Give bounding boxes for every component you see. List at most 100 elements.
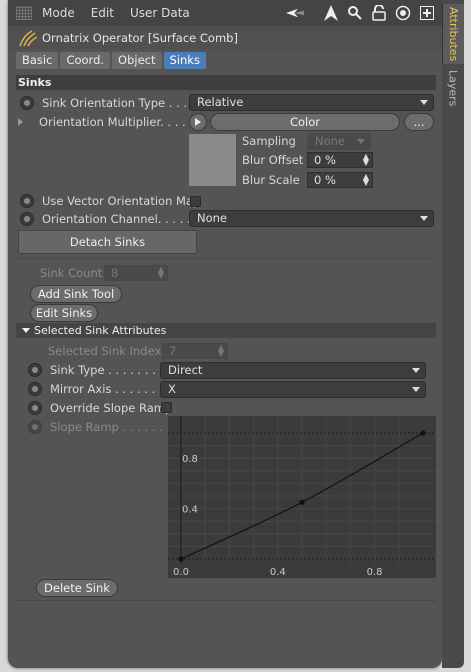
selected-sink-index-value: 7 (169, 344, 177, 358)
mirror-axis-label: Mirror Axis . . . . . . . . . (50, 382, 178, 396)
selected-sink-index-field: 7 ▲ ▼ (162, 343, 228, 359)
menu-user-data[interactable]: User Data (130, 6, 190, 20)
divider (14, 600, 436, 601)
override-slope-row: Override Slope Ramp (24, 399, 172, 417)
slope-ramp-row: Slope Ramp . . . . . . (24, 418, 180, 436)
orientation-channel-value: None (197, 211, 228, 225)
mirror-axis-value: X (168, 382, 176, 396)
sink-type-row: Sink Type . . . . . . . . . . (24, 361, 178, 379)
sink-count-field: 8 ▲ ▼ (104, 265, 168, 281)
lock-icon[interactable] (370, 4, 388, 22)
animate-radio[interactable] (28, 401, 42, 415)
search-icon[interactable] (346, 4, 364, 22)
attribute-manager: Mode Edit User Data Ornatrix Operator [S… (8, 0, 442, 668)
expand-arrow-icon[interactable] (18, 118, 23, 126)
animate-radio[interactable] (20, 194, 34, 208)
orientation-channel-row: Orientation Channel. . . . . . . (16, 210, 205, 228)
blur-scale-field[interactable]: 0 % ▲ ▼ (307, 172, 373, 188)
orientation-type-value: Relative (197, 95, 244, 109)
animate-radio[interactable] (28, 363, 42, 377)
sink-count-label: Sink Count (40, 266, 103, 280)
object-title: Ornatrix Operator [Surface Comb] (42, 31, 238, 45)
mirror-axis-row: Mirror Axis . . . . . . . . . (24, 380, 177, 398)
add-sink-tool-button[interactable]: Add Sink Tool (30, 285, 122, 303)
orientation-channel-dropdown[interactable]: None (189, 210, 434, 227)
slope-ramp-label: Slope Ramp . . . . . . (50, 420, 163, 434)
sampling-value: None (315, 134, 346, 148)
menu-mode[interactable]: Mode (42, 6, 75, 20)
animate-radio[interactable] (20, 212, 34, 226)
tab-bar: Basic Coord. Object Sinks (16, 52, 206, 69)
spline-knot (178, 556, 184, 562)
use-vector-map-checkbox[interactable] (190, 196, 201, 207)
sinks-section-header: Sinks (16, 75, 436, 90)
sink-type-dropdown[interactable]: Direct (160, 362, 426, 379)
grip-icon[interactable] (16, 6, 32, 20)
toolbar (286, 4, 436, 22)
animate-radio[interactable] (20, 96, 34, 110)
x-tick-label: 0.4 (270, 567, 286, 578)
color-button[interactable]: Color (210, 113, 400, 131)
side-tab-bar: Attributes Layers (442, 0, 464, 668)
selected-sink-section-title: Selected Sink Attributes (34, 324, 167, 337)
sink-type-value: Direct (168, 363, 203, 377)
orientation-channel-label: Orientation Channel. . . . . . . (42, 212, 206, 226)
play-icon[interactable] (189, 113, 207, 131)
sink-count-value: 8 (111, 266, 119, 280)
chevron-down-icon (412, 368, 420, 373)
spinner-icon[interactable]: ▲ ▼ (363, 173, 369, 187)
blur-scale-label: Blur Scale (242, 173, 300, 187)
orientation-multiplier-label: Orientation Multiplier. . . . . (39, 115, 194, 129)
menu-edit[interactable]: Edit (91, 6, 114, 20)
spinner-icon: ▲ ▼ (157, 265, 164, 280)
mirror-axis-dropdown[interactable]: X (160, 381, 426, 398)
selected-sink-index-label: Selected Sink Index (48, 344, 162, 358)
up-arrow-icon[interactable] (322, 4, 340, 22)
override-slope-label: Override Slope Ramp (50, 401, 173, 415)
y-tick-label: 0.8 (182, 454, 198, 465)
tab-layers[interactable]: Layers (442, 68, 464, 108)
collapse-arrow-icon[interactable] (22, 328, 30, 333)
object-header: Ornatrix Operator [Surface Comb] (8, 26, 442, 50)
x-tick-label: 0.8 (367, 567, 383, 578)
chevron-down-icon (420, 216, 428, 221)
tab-coord[interactable]: Coord. (60, 52, 111, 69)
orientation-type-dropdown[interactable]: Relative (189, 94, 434, 111)
selected-sink-section-header[interactable]: Selected Sink Attributes (16, 323, 436, 338)
blur-scale-value: 0 % (314, 173, 336, 187)
target-icon[interactable] (394, 4, 412, 22)
spinner-icon[interactable]: ▲ ▼ (363, 153, 369, 167)
y-tick-label: 0.4 (182, 505, 198, 516)
sampling-label: Sampling (242, 134, 296, 148)
x-tick-label: 0.0 (173, 567, 189, 578)
texture-preview[interactable] (189, 134, 236, 186)
detach-sinks-button[interactable]: Detach Sinks (18, 230, 197, 254)
blur-offset-field[interactable]: 0 % ▲ ▼ (307, 152, 373, 168)
ornatrix-logo-icon (18, 29, 38, 47)
animate-radio (28, 420, 42, 434)
new-window-icon[interactable] (418, 4, 436, 22)
chevron-down-icon (357, 139, 365, 144)
orientation-type-row: Sink Orientation Type . . . . . (16, 94, 202, 112)
orientation-multiplier-row: Orientation Multiplier. . . . . (18, 113, 193, 131)
tab-attributes[interactable]: Attributes (442, 4, 464, 64)
spline-knot (299, 499, 305, 505)
back-arrow-icon[interactable] (286, 4, 304, 22)
slope-ramp-graph[interactable]: 0.0 0.4 0.8 0.4 0.8 (168, 416, 436, 578)
sampling-dropdown[interactable]: None (307, 133, 371, 150)
edit-sinks-button[interactable]: Edit Sinks (30, 304, 98, 322)
override-slope-checkbox[interactable] (161, 402, 172, 413)
tab-basic[interactable]: Basic (16, 52, 59, 69)
blur-offset-label: Blur Offset (242, 153, 304, 167)
chevron-down-icon (420, 100, 428, 105)
menu-bar: Mode Edit User Data (8, 0, 442, 26)
spline-chart[interactable]: 0.0 0.4 0.8 0.4 0.8 (168, 416, 436, 578)
delete-sink-button[interactable]: Delete Sink (36, 579, 118, 597)
spinner-icon: ▲ ▼ (217, 343, 224, 358)
blur-offset-value: 0 % (314, 153, 336, 167)
animate-radio[interactable] (28, 382, 42, 396)
sink-type-label: Sink Type . . . . . . . . . . (50, 363, 178, 377)
ellipsis-button[interactable]: ... (404, 113, 434, 131)
tab-object[interactable]: Object (112, 52, 162, 69)
tab-sinks[interactable]: Sinks (163, 52, 206, 69)
